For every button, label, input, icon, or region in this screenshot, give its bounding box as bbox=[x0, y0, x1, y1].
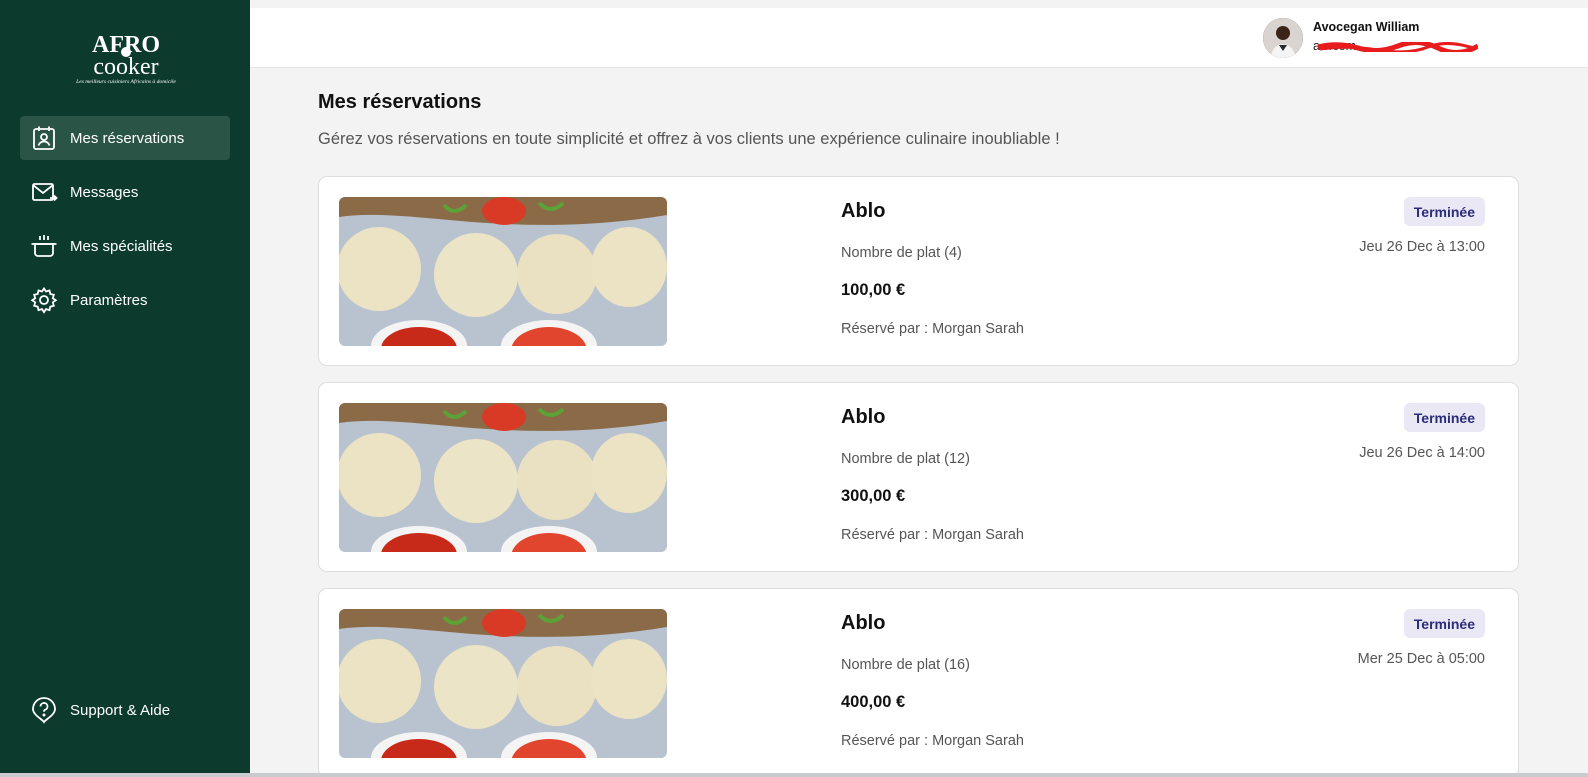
reservation-card[interactable]: Ablo Nombre de plat (12) 300,00 € Réserv… bbox=[318, 382, 1519, 572]
booked-by: Réservé par : Morgan Sarah bbox=[841, 527, 1024, 543]
redaction-scribble bbox=[1318, 42, 1478, 52]
dish-name: Ablo bbox=[841, 612, 886, 634]
gear-icon bbox=[29, 285, 59, 315]
taskbar-edge bbox=[0, 773, 1588, 777]
reservation-date: Mer 25 Dec à 05:00 bbox=[1357, 651, 1485, 667]
page-title: Mes réservations bbox=[318, 91, 482, 113]
user-name: Avocegan William bbox=[1313, 20, 1420, 34]
svg-text:cooker: cooker bbox=[93, 54, 158, 80]
svg-text:Les meilleurs cuisiniers Afric: Les meilleurs cuisiniers Africains à dom… bbox=[75, 78, 176, 85]
support-help-link[interactable]: Support & Aide bbox=[20, 688, 230, 732]
top-bar: Avocegan William a…com bbox=[250, 8, 1588, 68]
support-label: Support & Aide bbox=[70, 701, 171, 719]
dish-count: Nombre de plat (16) bbox=[841, 657, 970, 673]
dish-photo bbox=[339, 609, 667, 758]
status-badge: Terminée bbox=[1403, 403, 1485, 432]
dish-name: Ablo bbox=[841, 200, 886, 222]
sidebar: AFRO cooker Les meilleurs cuisiniers Afr… bbox=[0, 0, 250, 773]
sidebar-item-specialties[interactable]: Mes spécialités bbox=[20, 224, 230, 268]
page-subtitle: Gérez vos réservations en toute simplici… bbox=[318, 130, 1060, 148]
status-badge: Terminée bbox=[1403, 609, 1485, 638]
mail-icon bbox=[29, 177, 59, 207]
afrocooker-logo[interactable]: AFRO cooker Les meilleurs cuisiniers Afr… bbox=[68, 30, 184, 88]
reservation-card[interactable]: Ablo Nombre de plat (4) 100,00 € Réservé… bbox=[318, 176, 1519, 366]
help-circle-icon bbox=[29, 695, 59, 725]
dish-count: Nombre de plat (12) bbox=[841, 451, 970, 467]
reservation-price: 300,00 € bbox=[841, 487, 906, 505]
sidebar-item-label: Messages bbox=[70, 183, 139, 201]
sidebar-item-label: Paramètres bbox=[70, 291, 148, 309]
reservation-date: Jeu 26 Dec à 13:00 bbox=[1359, 239, 1485, 255]
reservation-price: 100,00 € bbox=[841, 281, 906, 299]
dish-count: Nombre de plat (4) bbox=[841, 245, 962, 261]
pot-icon bbox=[29, 231, 59, 261]
sidebar-item-messages[interactable]: Messages bbox=[20, 170, 230, 214]
booked-by: Réservé par : Morgan Sarah bbox=[841, 733, 1024, 749]
status-badge: Terminée bbox=[1403, 197, 1485, 226]
dish-name: Ablo bbox=[841, 406, 886, 428]
sidebar-item-label: Mes spécialités bbox=[70, 237, 173, 255]
dish-photo bbox=[339, 197, 667, 346]
reservation-date: Jeu 26 Dec à 14:00 bbox=[1359, 445, 1485, 461]
sidebar-item-reservations[interactable]: Mes réservations bbox=[20, 116, 230, 160]
calendar-user-icon bbox=[29, 123, 59, 153]
reservation-price: 400,00 € bbox=[841, 693, 906, 711]
sidebar-item-settings[interactable]: Paramètres bbox=[20, 278, 230, 322]
booked-by: Réservé par : Morgan Sarah bbox=[841, 321, 1024, 337]
user-avatar[interactable] bbox=[1263, 18, 1303, 58]
reservation-card[interactable]: Ablo Nombre de plat (16) 400,00 € Réserv… bbox=[318, 588, 1519, 777]
dish-photo bbox=[339, 403, 667, 552]
sidebar-item-label: Mes réservations bbox=[70, 129, 185, 147]
